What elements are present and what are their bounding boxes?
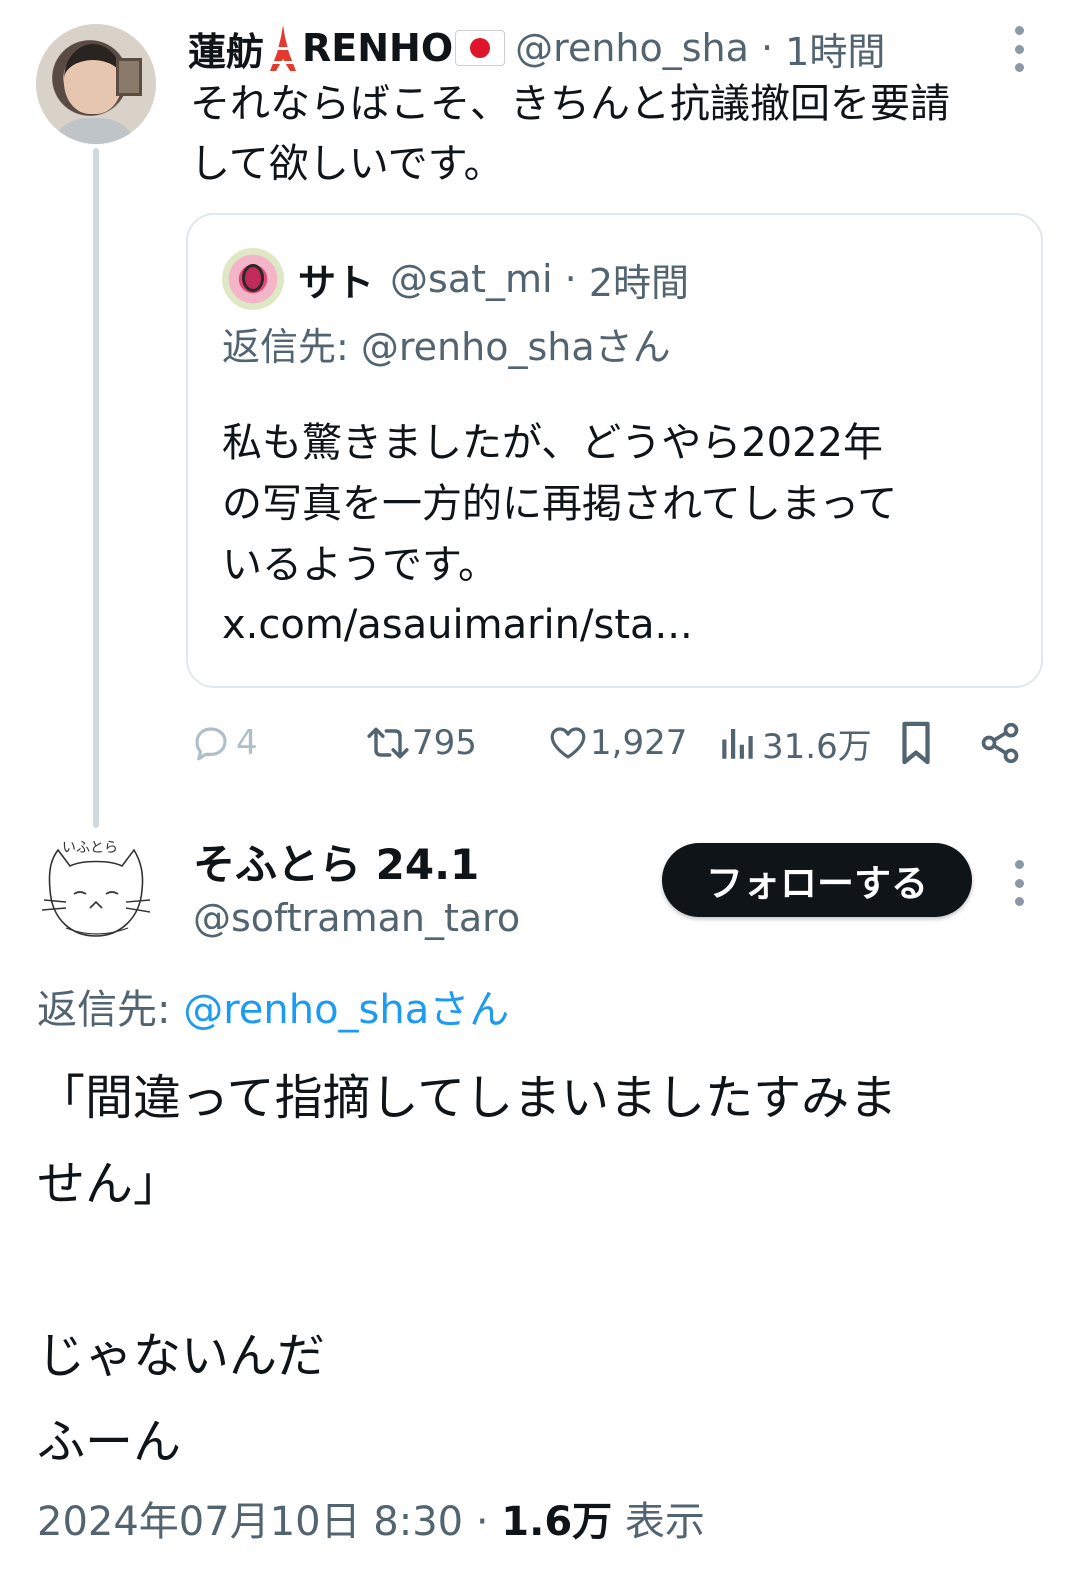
share-icon <box>978 721 1022 765</box>
reply-button[interactable]: 4 <box>190 712 258 774</box>
reply-to-handle: @renho_shaさん <box>360 325 671 369</box>
view-count: 1.6万 <box>501 1499 613 1545</box>
timestamp[interactable]: 2024年07月10日 8:30 <box>37 1499 463 1545</box>
separator-dot: · <box>748 26 786 70</box>
reply-prefix: 返信先: <box>222 325 361 369</box>
more-options-icon[interactable] <box>1013 26 1025 72</box>
timestamp[interactable]: 1時間 <box>785 21 885 76</box>
svg-text:いふとら: いふとら <box>62 840 118 856</box>
thread-connector-line <box>93 148 99 828</box>
view-count: 31.6万 <box>762 726 872 767</box>
bookmark-icon <box>896 720 936 766</box>
separator-dot: · <box>552 257 589 301</box>
more-options-icon[interactable] <box>1013 860 1025 906</box>
quoted-avatar <box>222 248 284 310</box>
display-name[interactable]: 蓮舫 <box>188 21 264 76</box>
quoted-reply-context: 返信先: @renho_shaさん <box>222 318 671 376</box>
view-label: 表示 <box>612 1499 705 1545</box>
avatar[interactable] <box>36 24 156 144</box>
quoted-tweet-header: サト @sat_mi · 2時間 <box>298 248 689 310</box>
tokyo-tower-icon <box>266 23 300 73</box>
tweet-text: 「間違って指摘してしまいましたすみま せん」 じゃないんだ ふーん <box>37 1070 898 1470</box>
tweet-meta: 2024年07月10日 8:30 · 1.6万 表示 <box>37 1492 705 1552</box>
quoted-timestamp: 2時間 <box>588 260 690 305</box>
display-name[interactable]: そふとら 24.1 <box>193 838 479 892</box>
reply-count: 4 <box>236 723 258 763</box>
separator-dot: · <box>463 1499 502 1545</box>
repost-count: 795 <box>412 723 477 763</box>
views-button[interactable]: 31.6万 <box>718 712 872 774</box>
quoted-handle: @sat_mi <box>390 257 553 301</box>
quoted-display-name: サト <box>298 260 375 305</box>
handle[interactable]: @softraman_taro <box>193 892 520 944</box>
bookmark-button[interactable] <box>896 712 936 774</box>
reply-icon <box>190 722 232 764</box>
quoted-tweet-text: 私も驚きましたが、どうやら2022年 の写真を一方的に再掲されてしまって いるよ… <box>222 420 898 588</box>
tweet-action-bar: 4 795 1,927 31.6万 <box>186 712 1036 774</box>
japan-flag-icon <box>455 30 506 66</box>
parent-tweet-header: 蓮舫 RENHO @renho_sha · 1時間 <box>188 18 885 78</box>
repost-button[interactable]: 795 <box>364 712 477 774</box>
avatar[interactable]: いふとら <box>36 828 156 948</box>
like-count: 1,927 <box>590 723 688 763</box>
quoted-tweet-link: x.com/asauimarin/sta... <box>222 602 693 648</box>
like-button[interactable]: 1,927 <box>546 712 687 774</box>
repost-icon <box>364 722 412 764</box>
share-button[interactable] <box>978 712 1022 774</box>
display-name-suffix[interactable]: RENHO <box>302 26 453 70</box>
heart-icon <box>546 722 590 764</box>
reply-prefix: 返信先: <box>37 987 184 1033</box>
reply-context: 返信先: @renho_shaさん <box>37 980 509 1040</box>
analytics-icon <box>718 722 758 764</box>
tweet-text: それならばこそ、きちんと抗議撤回を要請 して欲しいです。 <box>190 81 950 187</box>
follow-button[interactable]: フォローする <box>662 843 972 917</box>
reply-to-link[interactable]: @renho_shaさん <box>183 987 509 1033</box>
handle[interactable]: @renho_sha <box>515 26 749 70</box>
